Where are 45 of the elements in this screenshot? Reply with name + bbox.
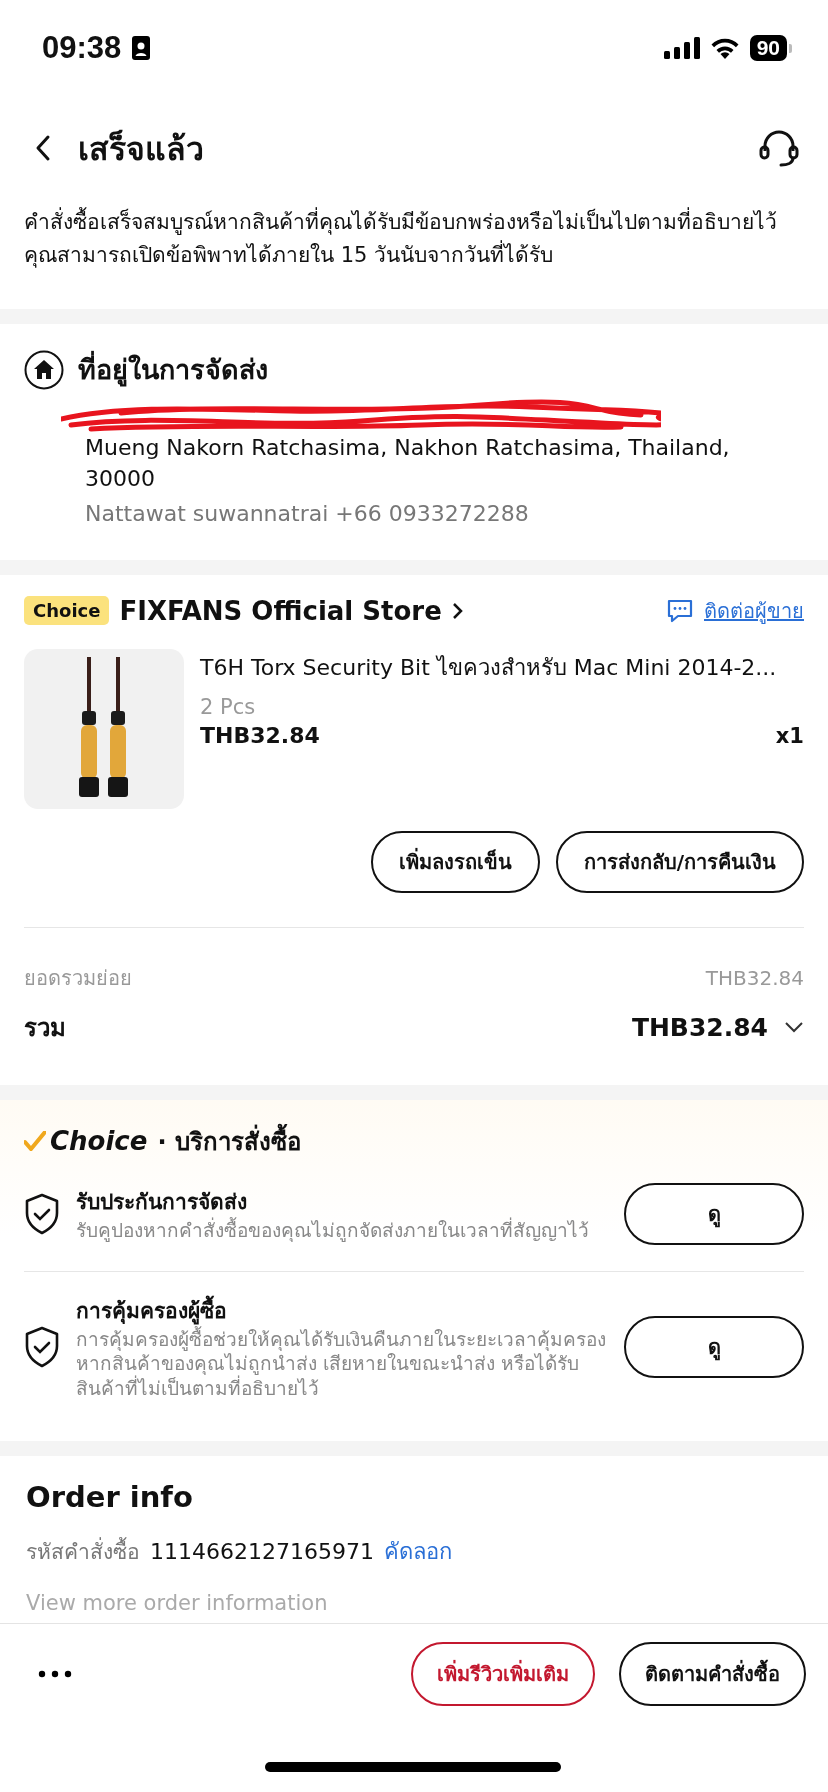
choice-badge: Choice <box>24 596 110 626</box>
shield-check-icon <box>24 1326 60 1369</box>
more-icon[interactable] <box>38 1670 72 1678</box>
subtotal-value: THB32.84 <box>705 965 804 990</box>
chevron-right-icon[interactable] <box>451 600 464 621</box>
order-id: 1114662127165971 <box>150 1538 374 1564</box>
page-title: เสร็จแล้ว <box>78 128 205 170</box>
wifi-icon <box>709 37 740 59</box>
service-title: การคุ้มครองผู้ซื้อ <box>76 1293 608 1327</box>
service-title: รับประกันการจัดส่ง <box>76 1188 248 1216</box>
order-id-label: รหัสคำสั่งซื้อ <box>26 1536 140 1566</box>
total-value: THB32.84 <box>631 1012 768 1042</box>
footer-button[interactable]: เพิ่มรีวิวเพิ่มเติม <box>411 1642 595 1706</box>
section-title: Order info <box>26 1479 194 1514</box>
contact-seller-link[interactable]: ติดต่อผู้ขาย <box>704 594 804 627</box>
back-icon[interactable] <box>34 134 52 162</box>
chat-icon[interactable] <box>666 597 694 624</box>
action-button[interactable]: การส่งกลับ/การคืนเงิน <box>555 830 804 893</box>
checkmark-icon <box>24 1131 46 1152</box>
signal-icon <box>663 37 700 59</box>
service-description: รับคูปองหากคำสั่งซื้อของคุณไม่ถูกจัดส่งภายในเวลาที่สัญญาไว้ <box>76 1217 590 1243</box>
section-title: · บริการสั่งซื้อ <box>157 1121 301 1161</box>
status-time: 09:38 <box>42 30 122 66</box>
action-button[interactable]: เพิ่มลงรถเข็น <box>370 830 540 893</box>
view-button[interactable]: ดู <box>624 1316 804 1379</box>
id-card-icon <box>131 35 152 61</box>
footer-button[interactable]: ติดตามคำสั่งซื้อ <box>619 1642 806 1706</box>
notice-text: คำสั่งซื้อเสร็จสมบูรณ์หากสินค้าที่คุณได้รับมีข้อบกพร่องหรือไม่เป็นไปตามที่อธิบายไว้คุณสามารถเปิดข้อพิพาทได้ภายใน 15 วันนับจากวันที่ได้รับ <box>0 182 828 310</box>
product-title[interactable]: T6H Torx Security Bit ไขควงสำหรับ Mac Mini 2014-2... <box>200 652 804 684</box>
service-description: การคุ้มครองผู้ซื้อช่วยให้คุณได้รับเงินคืนภายในระยะเวลาคุ้มครองหากสินค้าของคุณไม่ถูกนำส่ง เสียหายในขณะนำส่ง หรือได้รับสินค้าที่ไม่เป็นตามที่อธิบายไว้ <box>76 1326 608 1401</box>
chevron-down-icon[interactable] <box>784 1021 804 1034</box>
address-text: Mueng Nakorn Ratchasima, Nakhon Ratchasima, Thailand, 30000 <box>85 434 731 493</box>
copy-link[interactable]: คัดลอก <box>383 1533 452 1569</box>
home-icon <box>24 349 64 390</box>
section-title: ที่อยู่ในการจัดส่ง <box>78 348 268 392</box>
total-label: รวม <box>24 1012 66 1044</box>
quantity-text: x1 <box>775 724 804 749</box>
view-button[interactable]: ดู <box>624 1182 804 1245</box>
subtotal-label: ยอดรวมย่อย <box>24 964 132 992</box>
shield-check-icon <box>24 1192 60 1235</box>
contact-text: Nattawat suwannatrai +66 0933272288 <box>85 500 530 526</box>
price-text: THB32.84 <box>200 723 320 749</box>
choice-logo: Choice <box>50 1126 148 1157</box>
store-name[interactable]: FIXFANS Official Store <box>119 595 442 626</box>
variant-text: 2 Pcs <box>200 695 257 720</box>
